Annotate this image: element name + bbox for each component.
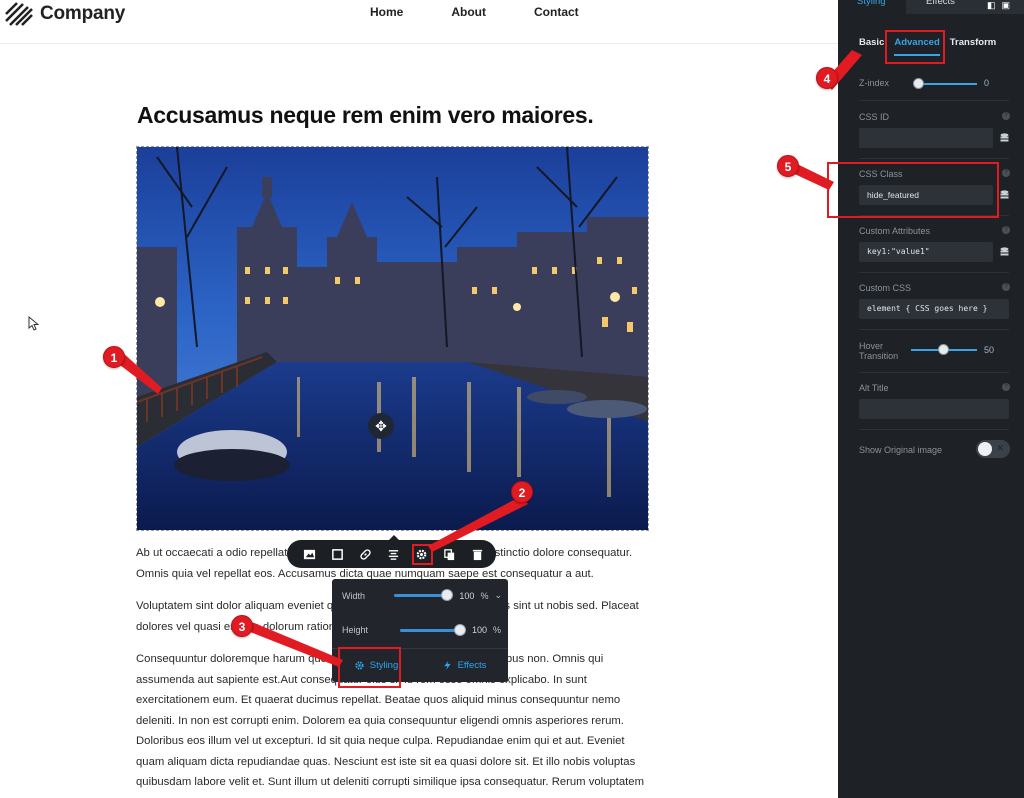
gear-icon[interactable] [407, 543, 435, 565]
nav-about[interactable]: About [451, 5, 486, 19]
divider [859, 372, 1009, 373]
width-slider-knob[interactable] [441, 589, 454, 601]
css-id-input[interactable] [859, 128, 993, 148]
mouse-cursor-icon [28, 316, 40, 331]
subtab-advanced[interactable]: Advanced [894, 37, 941, 56]
divider [859, 100, 1009, 101]
article-title[interactable]: Accusamus neque rem enim vero maiores. [137, 102, 594, 129]
annotation-badge-1: 1 [103, 346, 125, 368]
width-label: Width [342, 590, 366, 601]
custom-css-input[interactable]: element { CSS goes here } [859, 299, 1009, 319]
site-header: Company Home About Contact [0, 0, 838, 44]
css-class-label: CSS Class [859, 169, 903, 179]
image-icon[interactable] [295, 543, 323, 565]
toggle-knob[interactable] [978, 442, 992, 456]
height-slider[interactable] [400, 623, 466, 636]
hover-transition-value: 50 [984, 345, 995, 355]
popover-tab-styling-label: Styling [369, 660, 399, 671]
height-label: Height [342, 625, 369, 635]
height-value[interactable]: 100 [472, 625, 487, 635]
canal-night-photo [137, 147, 648, 530]
custom-css-label: Custom CSS [859, 283, 912, 293]
width-value[interactable]: 100 [459, 591, 474, 601]
logo-text: Company [40, 3, 126, 24]
database-icon[interactable] [1000, 247, 1009, 257]
height-slider-knob[interactable] [454, 623, 466, 636]
zindex-slider[interactable] [913, 78, 977, 89]
popover-tab-effects[interactable]: Effects [420, 649, 508, 682]
gear-icon [355, 661, 364, 670]
show-original-toggle[interactable]: ✕ [976, 440, 1010, 458]
zindex-slider-knob[interactable] [913, 78, 924, 89]
help-icon[interactable]: ? [1002, 283, 1010, 291]
popover-tab-styling[interactable]: Styling [332, 649, 420, 682]
css-class-input[interactable]: hide_featured [859, 185, 993, 205]
show-original-label: Show Original image [859, 445, 943, 455]
annotation-badge-5: 5 [777, 155, 799, 177]
annotation-badge-4: 4 [816, 67, 838, 89]
panel-tab-styling[interactable]: Styling [838, 0, 906, 14]
help-icon[interactable]: ? [1002, 383, 1010, 391]
move-handle-icon[interactable]: ✥ [368, 413, 394, 439]
image-size-popover: Width 100 % ⌄ Height 100 % Styling Effec… [332, 579, 508, 682]
link-icon[interactable] [351, 543, 379, 565]
duplicate-icon[interactable] [435, 543, 463, 565]
nav-home[interactable]: Home [370, 5, 403, 19]
divider [859, 429, 1009, 430]
logo[interactable]: Company [4, 0, 125, 28]
width-row: Width 100 % ⌄ [342, 589, 502, 601]
subtab-transform[interactable]: Transform [950, 37, 996, 48]
main-nav: Home About Contact [370, 5, 579, 19]
height-row: Height 100 % [342, 623, 502, 636]
subtab-basic[interactable]: Basic [859, 37, 884, 48]
window-controls-icon[interactable]: ◧▣ [987, 0, 1016, 11]
width-unit[interactable]: % [480, 591, 488, 601]
width-slider[interactable] [393, 589, 454, 601]
close-icon: ✕ [996, 443, 1004, 453]
divider [859, 158, 1009, 159]
popover-tabs: Styling Effects [332, 648, 508, 682]
hover-transition-slider[interactable] [911, 344, 977, 355]
database-icon[interactable] [1000, 133, 1009, 143]
frame-icon[interactable] [323, 543, 351, 565]
styling-panel: Styling Effects ◧▣ Basic Advanced Transf… [838, 0, 1024, 798]
hover-transition-slider-knob[interactable] [938, 344, 949, 355]
featured-image[interactable] [136, 146, 649, 531]
logo-icon [5, 2, 33, 26]
hover-label: Hover [859, 341, 884, 351]
height-unit: % [493, 625, 502, 635]
transition-label: Transition [859, 351, 899, 361]
help-icon[interactable]: ? [1002, 226, 1010, 234]
trash-icon[interactable] [463, 543, 491, 565]
alt-title-label: Alt Title [859, 383, 889, 393]
panel-subtabs: Basic Advanced Transform [859, 37, 1006, 56]
zindex-value: 0 [984, 78, 990, 88]
custom-attributes-input[interactable]: key1:"value1" [859, 242, 993, 262]
help-icon[interactable]: ? [1002, 112, 1010, 120]
divider [859, 215, 1009, 216]
chevron-down-icon[interactable]: ⌄ [494, 590, 502, 601]
alt-title-input[interactable] [859, 399, 1009, 419]
image-toolbar [287, 535, 496, 568]
divider [859, 329, 1009, 330]
toolbar-caret [389, 535, 399, 540]
help-icon[interactable]: ? [1002, 169, 1010, 177]
nav-contact[interactable]: Contact [534, 5, 579, 19]
css-id-label: CSS ID [859, 112, 890, 122]
lightning-icon [443, 660, 451, 671]
align-icon[interactable] [379, 543, 407, 565]
database-icon[interactable] [1000, 190, 1009, 200]
popover-tab-effects-label: Effects [457, 660, 487, 671]
custom-attributes-label: Custom Attributes [859, 226, 931, 236]
zindex-label: Z-index [859, 78, 890, 88]
divider [859, 272, 1009, 273]
panel-tabs: Styling Effects ◧▣ [838, 0, 1024, 14]
